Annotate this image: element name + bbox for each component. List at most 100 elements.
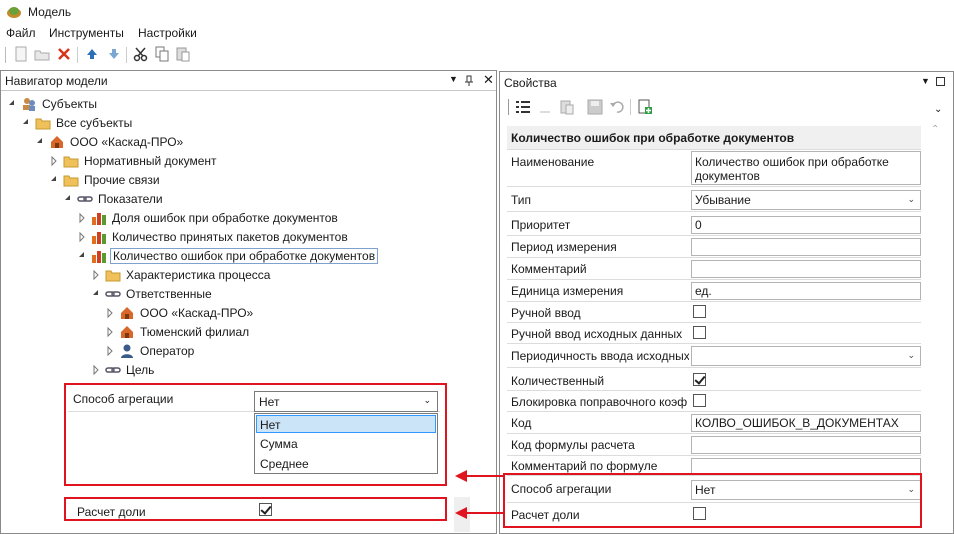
arrow-left-icon: [455, 470, 467, 482]
collapsed-arrow-icon[interactable]: [91, 361, 101, 379]
dropdown-arrow-icon[interactable]: ▼: [449, 74, 458, 84]
pin-icon[interactable]: [464, 75, 474, 87]
new-document-icon[interactable]: [12, 45, 30, 63]
menu-tools[interactable]: Инструменты: [49, 26, 124, 40]
expanded-arrow-icon[interactable]: [77, 247, 87, 265]
share-calc-checkbox[interactable]: [259, 503, 272, 516]
tree-item-subjects[interactable]: Субъекты: [7, 95, 99, 113]
prop-formula-comment-input[interactable]: [691, 458, 921, 474]
expanded-arrow-icon[interactable]: [7, 95, 17, 113]
open-folder-icon[interactable]: [33, 45, 51, 63]
collapsed-arrow-icon[interactable]: [105, 342, 115, 360]
collapsed-arrow-icon[interactable]: [77, 228, 87, 246]
aggregation-select[interactable]: Нет ⌄: [254, 391, 438, 412]
folder-icon: [63, 175, 79, 187]
close-icon[interactable]: ✕: [483, 72, 494, 88]
tree-item-company-responsible[interactable]: ООО «Каскад-ПРО»: [105, 304, 255, 322]
prop-row-name: Наименование Количество ошибок при обраб…: [507, 150, 921, 187]
collapsed-arrow-icon[interactable]: [49, 152, 59, 170]
prop-unit-input[interactable]: ед.: [691, 282, 921, 300]
tree-item-error-count[interactable]: Количество ошибок при обработке документ…: [77, 247, 379, 265]
option-sum[interactable]: Сумма: [256, 435, 436, 453]
properties-scrollbar[interactable]: ⌃: [928, 124, 944, 532]
tree-item-label: Количество принятых пакетов документов: [112, 230, 348, 244]
property-object-header: Количество ошибок при обработке документ…: [507, 126, 921, 150]
prop-label: Наименование: [511, 155, 595, 169]
categorized-view-icon[interactable]: [514, 98, 532, 116]
expanded-arrow-icon[interactable]: [63, 190, 73, 208]
menu-file[interactable]: Файл: [6, 26, 36, 40]
expanded-arrow-icon[interactable]: [35, 133, 45, 151]
collapsed-arrow-icon[interactable]: [105, 304, 115, 322]
share-calc-label: Расчет доли: [77, 505, 146, 519]
prop-name-value[interactable]: Количество ошибок при обработке документ…: [691, 151, 921, 185]
paste-icon[interactable]: [174, 45, 192, 63]
tree-item-normative-document[interactable]: Нормативный документ: [49, 152, 219, 170]
tree-item-tyumen-branch[interactable]: Тюменский филиал: [105, 323, 251, 341]
maximize-icon[interactable]: [936, 77, 945, 86]
undo-icon[interactable]: [608, 98, 626, 116]
expanded-arrow-icon[interactable]: [49, 171, 59, 189]
cut-icon[interactable]: [132, 45, 150, 63]
collapsed-arrow-icon[interactable]: [105, 323, 115, 341]
option-average[interactable]: Среднее: [256, 455, 436, 473]
tree-item-label: Цель: [126, 363, 155, 377]
folder-icon: [35, 118, 51, 130]
prop-label: Код: [511, 416, 532, 430]
tree-item-operator[interactable]: Оператор: [105, 342, 196, 360]
expanded-arrow-icon[interactable]: [91, 285, 101, 303]
tree-item-label: Все субъекты: [56, 116, 133, 130]
tree-item-label: Показатели: [98, 192, 163, 206]
tree-item-all-subjects[interactable]: Все субъекты: [21, 114, 134, 132]
option-none[interactable]: Нет: [256, 415, 436, 433]
expanded-arrow-icon[interactable]: [21, 114, 31, 132]
prop-type-select[interactable]: Убывание ⌄: [691, 190, 921, 210]
tree-item-label: ООО «Каскад-ПРО»: [70, 135, 184, 149]
prop-priority-input[interactable]: 0: [691, 216, 921, 234]
properties-toolbar: ⌄: [506, 96, 946, 122]
save-icon[interactable]: [586, 98, 604, 116]
sort-icon[interactable]: [536, 98, 554, 116]
prop-quantitative-checkbox[interactable]: [693, 373, 706, 386]
properties-title: Свойства: [504, 76, 557, 90]
properties-header: Свойства ▼: [500, 72, 953, 92]
prop-label: Количественный: [511, 374, 605, 388]
aggregation-options-list: Нет Сумма Среднее: [254, 413, 438, 474]
tree-item-indicators[interactable]: Показатели: [63, 190, 165, 208]
add-property-icon[interactable]: [636, 98, 654, 116]
prop-formula-code-input[interactable]: [691, 436, 921, 454]
copy-icon[interactable]: [153, 45, 171, 63]
collapsed-arrow-icon[interactable]: [77, 209, 87, 227]
prop-manual-source-checkbox[interactable]: [693, 326, 706, 339]
tree-item-company[interactable]: ООО «Каскад-ПРО»: [35, 133, 185, 151]
tree-item-label: Количество ошибок при обработке документ…: [110, 248, 379, 264]
menu-settings[interactable]: Настройки: [138, 26, 197, 40]
delete-icon[interactable]: [55, 45, 73, 63]
toolbar-grip: [5, 47, 6, 63]
move-down-icon[interactable]: [105, 45, 123, 63]
indicator-chart-icon: [92, 251, 106, 263]
tree-item-goal[interactable]: Цель: [91, 361, 156, 379]
prop-period-input[interactable]: [691, 238, 921, 256]
prop-value: 0: [695, 218, 702, 232]
tree-item-other-links[interactable]: Прочие связи: [49, 171, 162, 189]
prop-label: Комментарий по формуле: [511, 459, 658, 473]
prop-label: Комментарий: [511, 262, 587, 276]
move-up-icon[interactable]: [83, 45, 101, 63]
collapsed-arrow-icon[interactable]: [91, 266, 101, 284]
prop-value: КОЛВО_ОШИБОК_В_ДОКУМЕНТАХ: [695, 416, 899, 430]
tree-item-responsible[interactable]: Ответственные: [91, 285, 214, 303]
tree-item-error-share[interactable]: Доля ошибок при обработке документов: [77, 209, 340, 227]
prop-periodicity-select[interactable]: ⌄: [691, 346, 921, 366]
prop-lock-checkbox[interactable]: [693, 394, 706, 407]
prop-manual-checkbox[interactable]: [693, 305, 706, 318]
dropdown-arrow-icon[interactable]: ▼: [921, 76, 930, 86]
tree-item-process-characteristic[interactable]: Характеристика процесса: [91, 266, 272, 284]
scroll-up-icon[interactable]: ⌃: [931, 124, 939, 135]
overflow-chevron-icon[interactable]: ⌄: [934, 104, 942, 115]
callout-arrow-line-top: [466, 475, 503, 477]
prop-code-input[interactable]: КОЛВО_ОШИБОК_В_ДОКУМЕНТАХ: [691, 414, 921, 432]
paste-properties-icon[interactable]: [558, 98, 576, 116]
prop-comment-input[interactable]: [691, 260, 921, 278]
tree-item-accepted-packages[interactable]: Количество принятых пакетов документов: [77, 228, 350, 246]
